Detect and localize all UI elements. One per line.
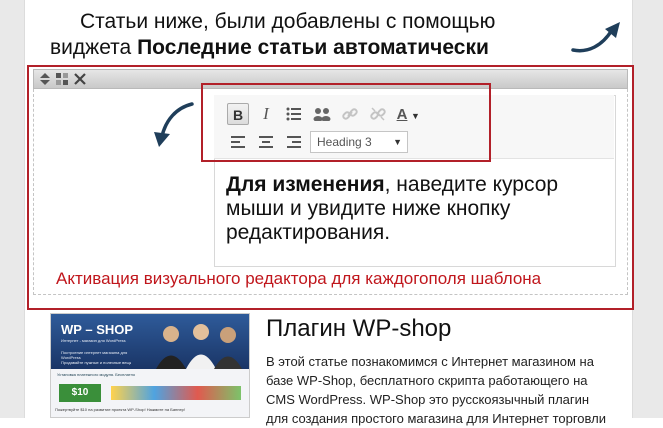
thumb-logo: WP – SHOP bbox=[61, 322, 134, 337]
page-right-gutter bbox=[632, 0, 663, 418]
thumb-logo-suffix: SHOP bbox=[96, 322, 134, 337]
thumb-banner-text: Пожертвуйте $10 на развитие проекта WP-S… bbox=[55, 407, 186, 412]
article-title[interactable]: Плагин WP-shop bbox=[266, 315, 451, 343]
thumb-tagline-2: Построение интернет магазина для WordPre… bbox=[61, 350, 128, 360]
heading-line-2-prefix: виджета bbox=[50, 36, 138, 59]
article-excerpt: В этой статье познакомимся с Интернет ма… bbox=[266, 354, 606, 426]
page-left-gutter bbox=[0, 0, 25, 418]
article-thumbnail[interactable]: WP – SHOP Интернет - магазин для WordPre… bbox=[50, 313, 250, 418]
heading-line-2-bold: Последние статьи автоматически bbox=[137, 36, 489, 59]
thumb-people-image bbox=[156, 324, 242, 369]
curved-arrow-up-icon bbox=[571, 22, 620, 53]
thumb-promo: Установка платежного модуля. Бесплатно bbox=[57, 372, 136, 377]
thumb-logo-prefix: WP bbox=[61, 322, 82, 337]
heading-line-2: виджета Последние статьи автоматически bbox=[50, 36, 489, 60]
heading-line-1: Статьи ниже, были добавлены с помощью bbox=[80, 10, 496, 33]
annotation-caption: Активация визуального редактора для кажд… bbox=[56, 269, 542, 288]
thumb-tagline-3: Продавайте нужные и полезные вещи bbox=[61, 361, 131, 365]
thumb-tagline-1: Интернет - магазин для WordPress bbox=[61, 338, 126, 343]
thumb-donate-badge: $10 bbox=[59, 384, 101, 402]
thumb-payment-strip bbox=[111, 386, 241, 400]
